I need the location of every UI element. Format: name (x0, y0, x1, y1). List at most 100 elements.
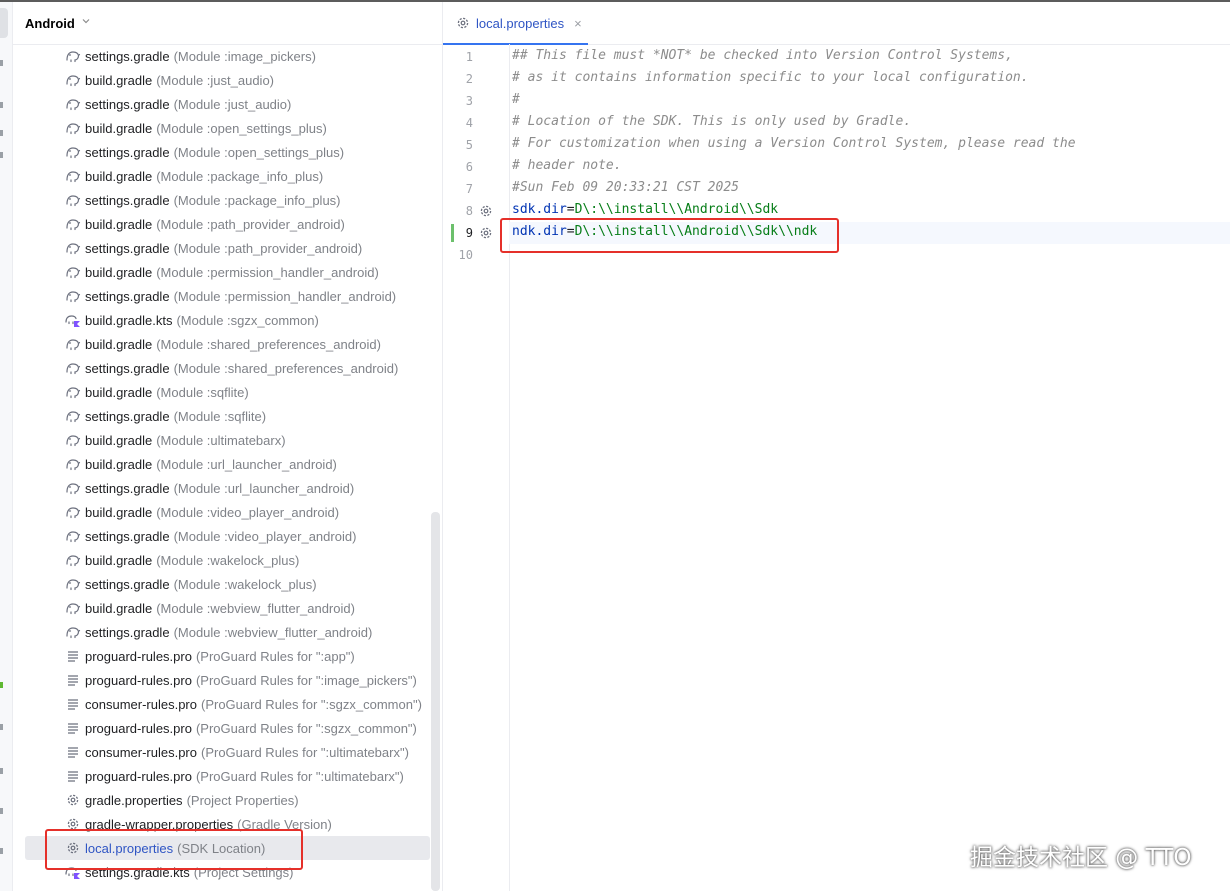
tree-item-name: build.gradle (85, 456, 153, 472)
tree-item-name: settings.gradle (85, 408, 170, 424)
vcs-change-marker[interactable] (451, 224, 454, 242)
tree-item[interactable]: build.gradle (Module :just_audio) (25, 68, 430, 92)
tree-item-hint: (ProGuard Rules for ":ultimatebarx") (201, 744, 409, 760)
tree-item-name: consumer-rules.pro (85, 696, 197, 712)
gradle-kts-icon (65, 312, 81, 328)
project-view-selector[interactable]: Android (25, 16, 75, 31)
close-icon[interactable]: × (574, 16, 582, 31)
tree-item[interactable]: settings.gradle (Module :url_launcher_and… (25, 476, 430, 500)
tree-item-hint: (Module :package_info_plus) (173, 192, 341, 208)
tree-item[interactable]: build.gradle (Module :sqflite) (25, 380, 430, 404)
tool-window-strip (0, 2, 13, 891)
tree-item-name: proguard-rules.pro (85, 648, 192, 664)
text-file-icon (65, 744, 81, 760)
code-line[interactable]: # as it contains information specific to… (509, 68, 1230, 90)
gradle-elephant-icon (65, 456, 81, 472)
tree-item[interactable]: proguard-rules.pro (ProGuard Rules for ":… (25, 716, 430, 740)
text-file-icon (65, 768, 81, 784)
tree-item-hint: (Module :permission_handler_android) (173, 288, 397, 304)
tree-item[interactable]: build.gradle (Module :video_player_androi… (25, 500, 430, 524)
tree-item[interactable]: proguard-rules.pro (ProGuard Rules for ":… (25, 764, 430, 788)
text-file-icon (65, 648, 81, 664)
tree-item-hint: (ProGuard Rules for ":app") (195, 648, 355, 664)
tree-item[interactable]: settings.gradle (Module :webview_flutter_… (25, 620, 430, 644)
tree-item[interactable]: settings.gradle (Module :open_settings_pl… (25, 140, 430, 164)
tree-item-name: settings.gradle (85, 192, 170, 208)
tree-item[interactable]: proguard-rules.pro (ProGuard Rules for ":… (25, 668, 430, 692)
gutter-gear-icon[interactable] (478, 225, 494, 241)
code-line[interactable]: #Sun Feb 09 20:33:21 CST 2025 (509, 178, 1230, 200)
line-number-gutter: 1 2 3 4 5 6 7 8 9 10 (443, 44, 510, 891)
tree-item-hint: (Project Properties) (186, 792, 299, 808)
code-line-text: ## This file must *NOT* be checked into … (512, 48, 1013, 63)
tree-item[interactable]: gradle.properties (Project Properties) (25, 788, 430, 812)
tree-item[interactable]: settings.gradle (Module :just_audio) (25, 92, 430, 116)
tree-item[interactable]: build.gradle (Module :wakelock_plus) (25, 548, 430, 572)
tree-item-hint: (ProGuard Rules for ":image_pickers") (195, 672, 417, 688)
gutter-gear-icon[interactable] (478, 203, 494, 219)
tree-item[interactable]: settings.gradle (Module :permission_handl… (25, 284, 430, 308)
line-number: 1 (465, 50, 473, 64)
tree-item[interactable]: build.gradle (Module :open_settings_plus) (25, 116, 430, 140)
strip-marker (0, 768, 3, 774)
tree-item[interactable]: build.gradle (Module :path_provider_andro… (25, 212, 430, 236)
code-line[interactable]: ## This file must *NOT* be checked into … (509, 46, 1230, 68)
tree-item-hint: (Module :wakelock_plus) (156, 552, 300, 568)
tree-item[interactable]: settings.gradle (Module :shared_preferenc… (25, 356, 430, 380)
tree-item-name: settings.gradle (85, 360, 170, 376)
gradle-elephant-icon (65, 264, 81, 280)
line-number: 5 (465, 138, 473, 152)
code-line-text: #Sun Feb 09 20:33:21 CST 2025 (512, 180, 739, 195)
properties-gear-icon (455, 15, 471, 31)
tree-item[interactable]: build.gradle (Module :webview_flutter_and… (25, 596, 430, 620)
code-token: D\:\\install\\Android\\Sdk (574, 202, 779, 217)
chevron-down-icon[interactable] (81, 15, 91, 29)
code-line-text: # For customization when using a Version… (512, 136, 1076, 151)
tree-item[interactable]: build.gradle (Module :permission_handler_… (25, 260, 430, 284)
code-line[interactable]: # For customization when using a Version… (509, 134, 1230, 156)
tree-item-name: build.gradle (85, 120, 153, 136)
project-scrollbar[interactable] (431, 512, 440, 891)
tree-item-name: settings.gradle (85, 528, 170, 544)
code-token: #Sun Feb 09 20:33:21 CST 2025 (512, 180, 739, 195)
tree-item-hint: (Module :shared_preferences_android) (173, 360, 399, 376)
tree-item-hint: (Module :webview_flutter_android) (173, 624, 373, 640)
tree-item[interactable]: settings.gradle (Module :package_info_plu… (25, 188, 430, 212)
strip-marker (0, 60, 3, 66)
text-file-icon (65, 672, 81, 688)
code-token: ## This file must *NOT* be checked into … (512, 48, 1013, 63)
tree-item[interactable]: build.gradle (Module :url_launcher_androi… (25, 452, 430, 476)
tree-item[interactable]: settings.gradle (Module :path_provider_an… (25, 236, 430, 260)
tree-item[interactable]: settings.gradle (Module :image_pickers) (25, 44, 430, 68)
tree-item[interactable]: proguard-rules.pro (ProGuard Rules for ":… (25, 644, 430, 668)
highlight-box-local-properties (45, 829, 303, 870)
code-line[interactable]: # Location of the SDK. This is only used… (509, 112, 1230, 134)
gradle-elephant-icon (65, 432, 81, 448)
tree-item[interactable]: build.gradle (Module :shared_preferences_… (25, 332, 430, 356)
tree-item[interactable]: settings.gradle (Module :sqflite) (25, 404, 430, 428)
code-line-text: # as it contains information specific to… (512, 70, 1029, 85)
tree-item-name: settings.gradle (85, 144, 170, 160)
tab-local-properties[interactable]: local.properties × (443, 2, 603, 45)
code-line[interactable]: # (509, 90, 1230, 112)
gradle-elephant-icon (65, 576, 81, 592)
code-line[interactable]: # header note. (509, 156, 1230, 178)
gradle-elephant-icon (65, 600, 81, 616)
tree-item-hint: (Module :sgzx_common) (176, 312, 319, 328)
code-token: # For customization when using a Version… (512, 136, 1076, 151)
line-number: 2 (465, 72, 473, 86)
tree-item-name: settings.gradle (85, 240, 170, 256)
tree-item[interactable]: build.gradle (Module :ultimatebarx) (25, 428, 430, 452)
tree-item-hint: (Module :open_settings_plus) (173, 144, 345, 160)
gradle-elephant-icon (65, 504, 81, 520)
tree-item[interactable]: settings.gradle (Module :wakelock_plus) (25, 572, 430, 596)
project-tool-button[interactable] (0, 8, 8, 38)
project-panel-header: Android (13, 2, 442, 45)
tree-item[interactable]: build.gradle (Module :package_info_plus) (25, 164, 430, 188)
tree-item[interactable]: settings.gradle (Module :video_player_and… (25, 524, 430, 548)
tree-item[interactable]: consumer-rules.pro (ProGuard Rules for ":… (25, 692, 430, 716)
tree-item[interactable]: build.gradle.kts (Module :sgzx_common) (25, 308, 430, 332)
tree-item[interactable]: consumer-rules.pro (ProGuard Rules for ":… (25, 740, 430, 764)
tree-item-hint: (Module :sqflite) (173, 408, 267, 424)
text-file-icon (65, 720, 81, 736)
